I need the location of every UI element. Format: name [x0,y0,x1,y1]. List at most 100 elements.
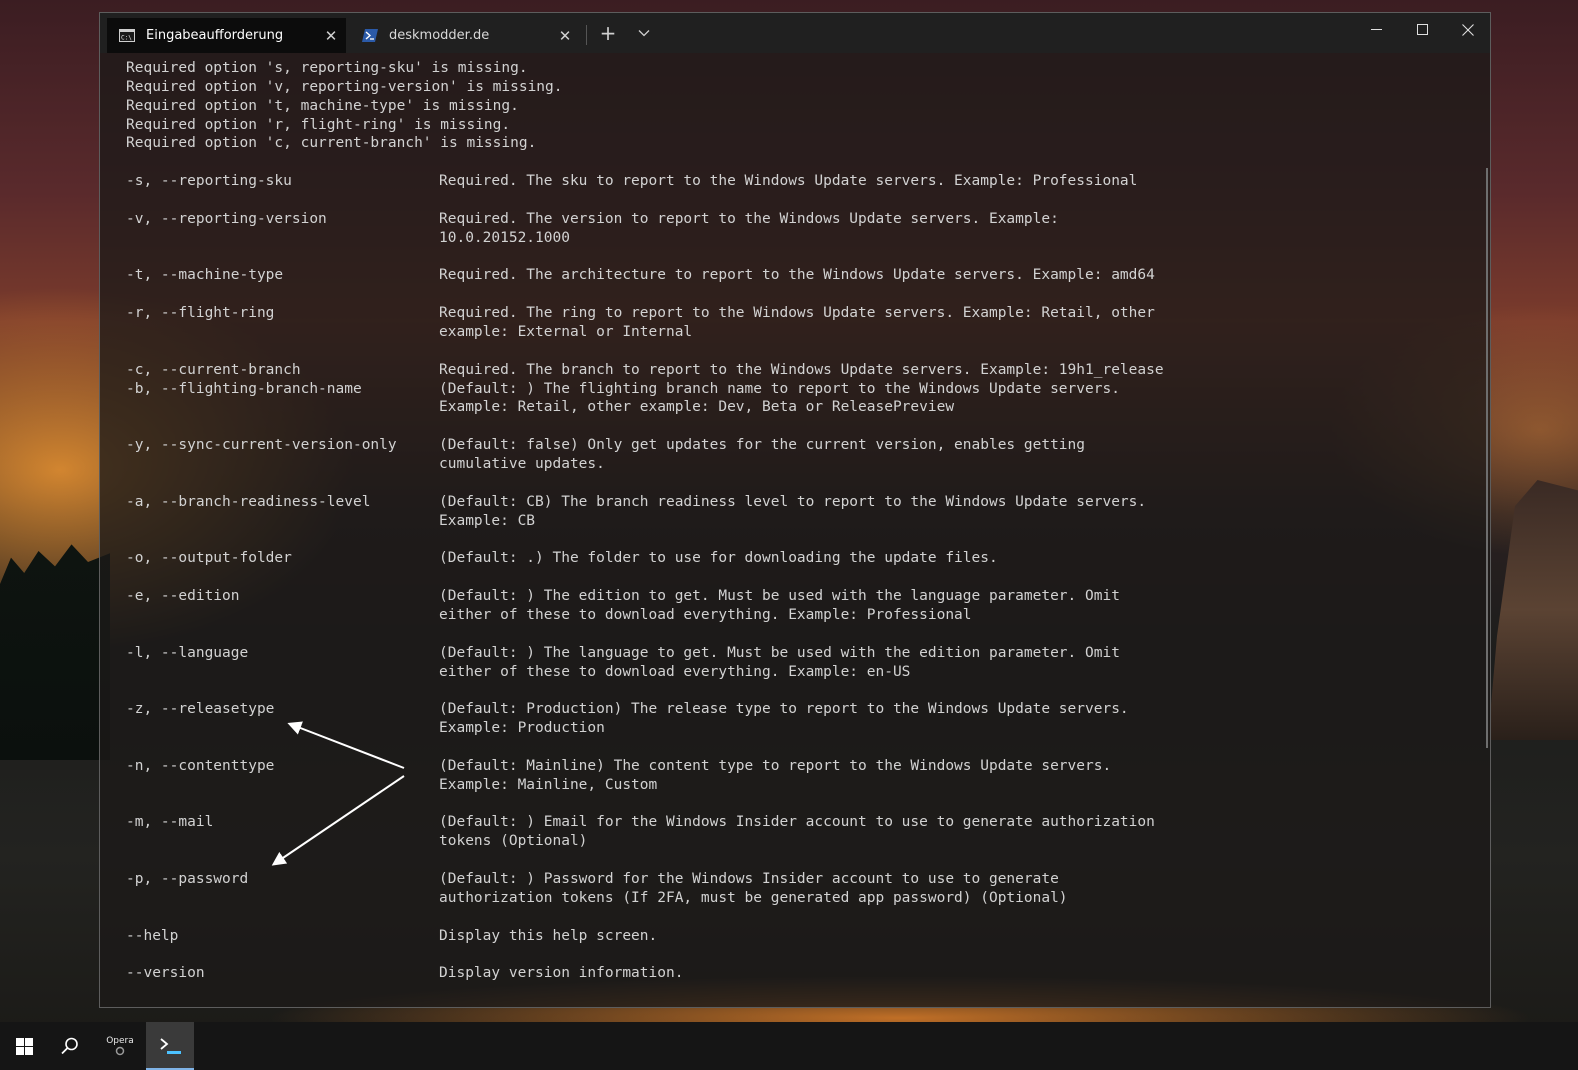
tab-label: deskmodder.de [389,28,490,43]
help-row: -z, --releasetype (Default: Production) T… [126,700,1446,719]
help-row: Example: Mainline, Custom [126,776,1446,795]
help-row [126,795,1446,814]
title-bar[interactable]: C:\ Eingabeaufforderung ✕ deskmodder.de … [100,13,1490,53]
option-name: -v, --reporting-version [126,210,327,227]
tab-deskmodder[interactable]: deskmodder.de ✕ [350,18,580,53]
option-description: (Default: ) The edition to get. Must be … [439,588,1120,605]
option-name: --version [126,965,205,982]
tab-eingabeaufforderung[interactable]: C:\ Eingabeaufforderung ✕ [107,18,346,53]
help-row: 10.0.20152.1000 [126,229,1446,248]
option-name: -l, --language [126,644,249,661]
option-description: (Default: .) The folder to use for downl… [439,550,998,567]
option-description: Display this help screen. [439,927,658,944]
option-description: (Default: ) The language to get. Must be… [439,644,1120,661]
option-description: Required. The ring to report to the Wind… [439,305,1155,322]
option-description: Required. The sku to report to the Windo… [439,173,1138,190]
help-row: cumulative updates. [126,455,1446,474]
option-description: tokens (Optional) [439,833,588,850]
help-row: authorization tokens (If 2FA, must be ge… [126,889,1446,908]
terminal-output[interactable]: Required option 's, reporting-sku' is mi… [126,59,1446,983]
help-row: -r, --flight-ring Required. The ring to r… [126,304,1446,323]
help-row [126,738,1446,757]
help-row [126,191,1446,210]
wallpaper-cliff [1488,480,1578,740]
svg-text:C:\: C:\ [121,35,132,42]
option-name: -c, --current-branch [126,361,301,378]
terminal-button[interactable] [146,1022,194,1070]
opera-button[interactable]: Opera [96,1022,144,1070]
help-row: -e, --edition (Default: ) The edition to … [126,587,1446,606]
opera-label: Opera [106,1036,134,1046]
error-line: Required option 'v, reporting-version' i… [126,78,563,95]
close-icon[interactable]: ✕ [316,27,346,45]
option-name: -m, --mail [126,814,214,831]
option-name: -e, --edition [126,588,240,605]
option-description: (Default: CB) The branch readiness level… [439,493,1147,510]
help-row [126,530,1446,549]
maximize-button[interactable] [1399,13,1445,46]
help-row [126,248,1446,267]
option-description: authorization tokens (If 2FA, must be ge… [439,889,1068,906]
chevron-down-icon [638,30,650,37]
help-row [126,474,1446,493]
close-window-button[interactable] [1445,13,1491,46]
tab-separator [586,25,587,45]
option-description: Example: Mainline, Custom [439,776,658,793]
help-row: -o, --output-folder (Default: .) The fold… [126,549,1446,568]
option-description: cumulative updates. [439,456,605,473]
option-description: (Default: ) Email for the Windows Inside… [439,814,1155,831]
option-name: -a, --branch-readiness-level [126,493,371,510]
search-button[interactable] [46,1022,94,1070]
help-row: tokens (Optional) [126,832,1446,851]
option-description: (Default: ) Password for the Windows Ins… [439,870,1059,887]
help-row: -y, --sync-current-version-only (Default:… [126,436,1446,455]
help-row: -a, --branch-readiness-level (Default: CB… [126,493,1446,512]
option-description: Required. The architecture to report to … [439,267,1155,284]
option-name: -n, --contenttype [126,757,275,774]
close-icon[interactable]: ✕ [550,27,580,45]
tab-dropdown-button[interactable] [632,20,656,44]
option-description: (Default: Production) The release type t… [439,701,1129,718]
terminal-icon [160,1038,181,1054]
option-name: -z, --releasetype [126,701,275,718]
help-row: -c, --current-branch Required. The branch… [126,361,1446,380]
help-row: --help Display this help screen. [126,927,1446,946]
help-row: -b, --flighting-branch-name (Default: ) T… [126,380,1446,399]
close-icon [1462,23,1474,36]
option-description: Display version information. [439,965,684,982]
start-button[interactable] [0,1022,48,1070]
option-description: Required. The version to report to the W… [439,210,1059,227]
powershell-icon [362,29,378,42]
help-row [126,568,1446,587]
option-description: (Default: ) The flighting branch name to… [439,380,1120,397]
error-line: Required option 's, reporting-sku' is mi… [126,60,528,76]
new-tab-button[interactable]: + [596,21,620,45]
option-description: 10.0.20152.1000 [439,229,570,246]
help-row [126,625,1446,644]
option-description: example: External or Internal [439,324,693,341]
wallpaper-trees [0,544,110,760]
help-row [126,945,1446,964]
option-name: -o, --output-folder [126,550,292,567]
help-row [126,417,1446,436]
help-row [126,681,1446,700]
error-line: Required option 'c, current-branch' is m… [126,135,537,152]
help-row: Example: Production [126,719,1446,738]
help-row [126,342,1446,361]
option-name: -y, --sync-current-version-only [126,437,397,454]
help-row: -l, --language (Default: ) The language t… [126,644,1446,663]
help-row: -v, --reporting-version Required. The ver… [126,210,1446,229]
maximize-icon [1416,24,1428,35]
taskbar: Opera [0,1022,1578,1070]
minimize-icon [1370,29,1382,30]
help-row: --version Display version information. [126,964,1446,983]
help-row [126,285,1446,304]
scrollbar[interactable] [1486,168,1488,748]
help-row: -s, --reporting-sku Required. The sku to … [126,172,1446,191]
minimize-button[interactable] [1353,13,1399,46]
tab-label: Eingabeaufforderung [146,28,284,43]
option-description: either of these to download everything. … [439,663,911,680]
help-row: -n, --contenttype (Default: Mainline) The… [126,757,1446,776]
option-description: (Default: Mainline) The content type to … [439,757,1112,774]
option-name: -t, --machine-type [126,267,284,284]
